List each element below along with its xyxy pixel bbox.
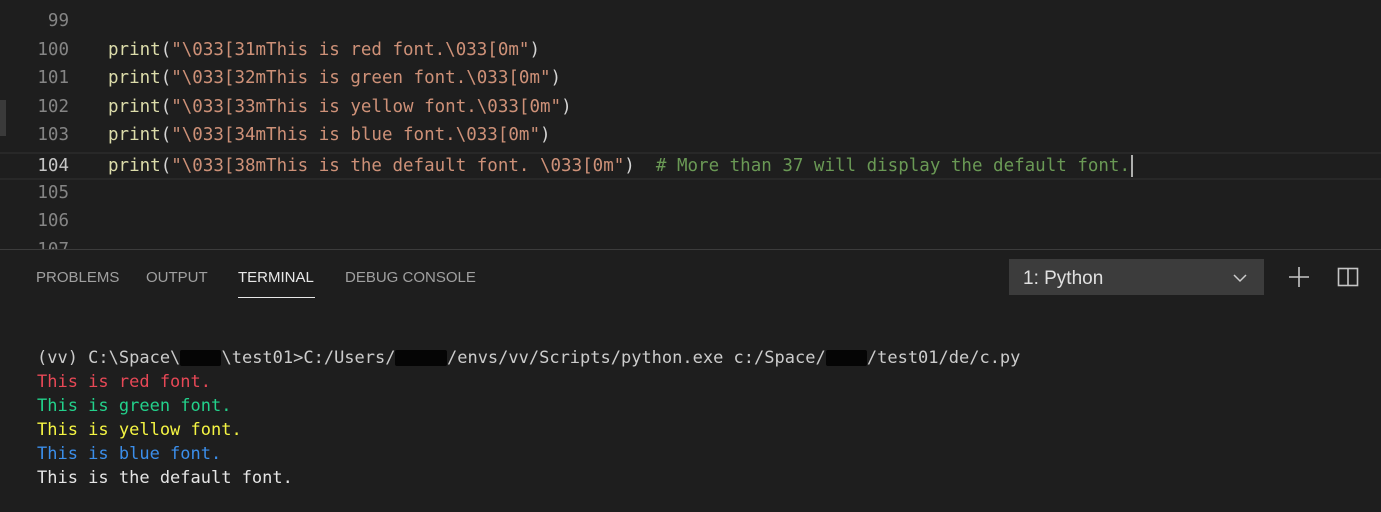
code-token: (: [160, 125, 172, 146]
terminal-select[interactable]: 1: Python: [1009, 259, 1264, 295]
code-token: print: [108, 96, 161, 117]
terminal-text: This is yellow font.: [37, 420, 242, 440]
code-line[interactable]: 101 print("\033[32mThis is green font.\03…: [0, 64, 1381, 92]
line-number: 102: [37, 96, 69, 117]
terminal-text: This is red font.: [37, 372, 211, 392]
terminal-text: /envs/vv/Scripts/python.exe c:/Space/: [446, 348, 826, 368]
new-terminal-button[interactable]: [1286, 264, 1312, 290]
terminal-output[interactable]: (vv) C:\Space\ \test01>C:/Users/ /envs/vv/…: [37, 346, 1020, 490]
code-text[interactable]: print("\033[31mThis is red font.\033[0m"…: [108, 36, 540, 64]
redacted-text: [395, 350, 447, 366]
line-number: 107: [37, 239, 69, 250]
terminal-text: This is blue font.: [37, 444, 222, 464]
code-line[interactable]: 103 print("\033[34mThis is blue font.\033…: [0, 121, 1381, 149]
code-editor[interactable]: 99 100 print("\033[31mThis is red font.\03…: [0, 0, 1381, 250]
redacted-text: [180, 350, 222, 366]
code-token: "\033[31mThis is red font.\033[0m": [171, 39, 530, 60]
code-text[interactable]: print("\033[33mThis is yellow font.\033[…: [108, 93, 572, 121]
code-token: print: [108, 68, 161, 89]
code-token: print: [108, 39, 161, 60]
redacted-text: [825, 350, 867, 366]
split-terminal-button[interactable]: [1335, 264, 1361, 290]
tab-debug-console[interactable]: DEBUG CONSOLE: [345, 269, 476, 286]
line-number: 105: [37, 182, 69, 203]
line-number: 106: [37, 211, 69, 232]
code-token: "\033[32mThis is green font.\033[0m": [171, 68, 551, 89]
code-line[interactable]: 105: [0, 179, 1381, 207]
terminal-text: \test01>C:/Users/: [221, 348, 396, 368]
code-token: (: [160, 96, 172, 117]
line-number: 100: [37, 39, 69, 60]
code-token: "\033[34mThis is blue font.\033[0m": [171, 125, 540, 146]
tab-terminal[interactable]: TERMINAL: [238, 269, 314, 286]
terminal-text: This is the default font.: [37, 468, 293, 488]
terminal-line: This is yellow font.: [37, 418, 1020, 442]
code-token: ): [529, 39, 541, 60]
code-token: "\033[33mThis is yellow font.\033[0m": [171, 96, 562, 117]
terminal-text: /test01/de/c.py: [866, 348, 1021, 368]
code-line[interactable]: 104 print("\033[38mThis is the default fo…: [0, 152, 1381, 180]
text-cursor: [1131, 155, 1134, 177]
code-token: (: [160, 39, 172, 60]
code-token: "\033[38mThis is the default font. \033[…: [171, 156, 625, 176]
line-number: 103: [37, 125, 69, 146]
code-token: ): [561, 96, 572, 117]
terminal-line: This is red font.: [37, 370, 1020, 394]
split-icon: [1335, 267, 1361, 294]
terminal-text: (vv) C:\Space\: [37, 348, 181, 368]
code-line[interactable]: 102 print("\033[33mThis is yellow font.\0…: [0, 93, 1381, 121]
tab-output[interactable]: OUTPUT: [146, 269, 208, 286]
code-line[interactable]: 100 print("\033[31mThis is red font.\033[…: [0, 36, 1381, 64]
bottom-panel: PROBLEMS OUTPUT TERMINAL DEBUG CONSOLE 1…: [0, 250, 1381, 512]
code-token: print: [108, 125, 161, 146]
plus-icon: [1286, 267, 1312, 294]
terminal-line: This is blue font.: [37, 442, 1020, 466]
code-token: (: [160, 156, 172, 176]
terminal-text: This is green font.: [37, 396, 232, 416]
line-number: 99: [47, 11, 69, 31]
code-token: (: [160, 68, 172, 89]
tab-problems[interactable]: PROBLEMS: [36, 269, 119, 286]
code-line[interactable]: 106: [0, 207, 1381, 235]
code-text[interactable]: print("\033[32mThis is green font.\033[0…: [108, 64, 561, 92]
code-line[interactable]: 99: [0, 7, 1381, 35]
line-number: 101: [37, 68, 69, 89]
line-number: 104: [37, 156, 69, 176]
chevron-down-icon: [1233, 270, 1247, 289]
terminal-line: This is green font.: [37, 394, 1020, 418]
code-token: # More than 37 will display the default …: [655, 156, 1131, 176]
code-token: ): [540, 125, 551, 146]
terminal-line: (vv) C:\Space\ \test01>C:/Users/ /envs/vv/…: [37, 346, 1020, 370]
code-token: ): [550, 68, 562, 89]
code-token: print: [108, 156, 161, 176]
active-tab-indicator: [238, 297, 315, 298]
code-text[interactable]: print("\033[34mThis is blue font.\033[0m…: [108, 121, 551, 149]
terminal-select-value: 1: Python: [1023, 268, 1104, 289]
code-text[interactable]: print("\033[38mThis is the default font.…: [108, 154, 1134, 178]
terminal-line: This is the default font.: [37, 466, 1020, 490]
code-token: ): [624, 156, 656, 176]
code-line[interactable]: 107: [0, 236, 1381, 250]
